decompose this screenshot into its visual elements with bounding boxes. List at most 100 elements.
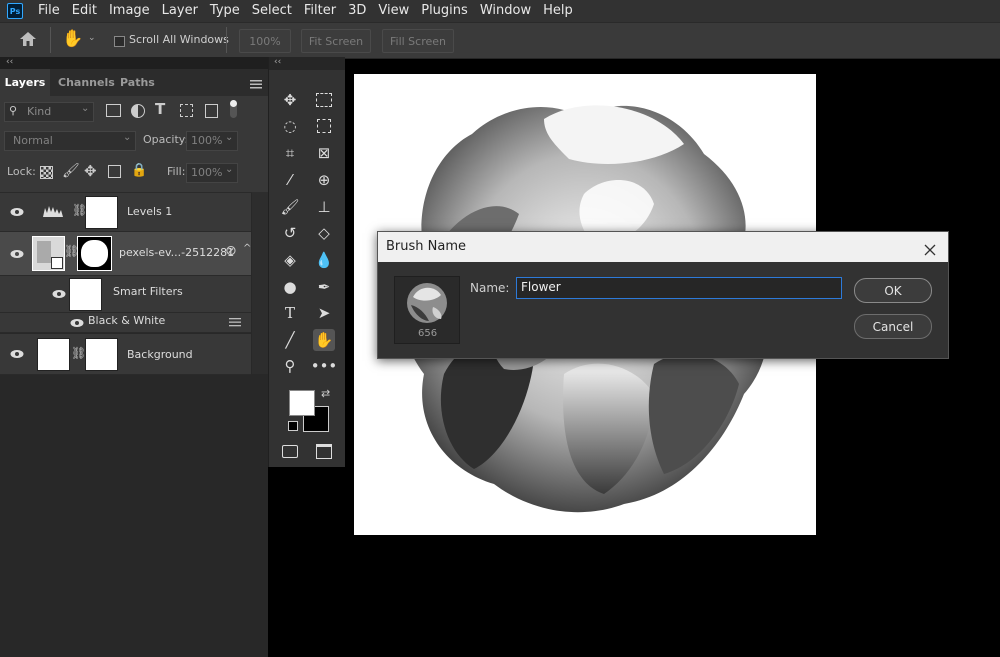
chevron-down-icon[interactable]: ⌄ bbox=[88, 33, 96, 43]
layer-mask-thumbnail[interactable] bbox=[77, 236, 112, 271]
collapse-caret-icon[interactable]: ^ bbox=[243, 243, 251, 254]
hand-tool-icon[interactable]: ✋ bbox=[313, 329, 335, 351]
menu-image[interactable]: Image bbox=[103, 0, 156, 22]
ok-button[interactable]: OK bbox=[854, 278, 932, 303]
opacity-input[interactable]: 100% ⌄ bbox=[186, 131, 238, 151]
fill-input[interactable]: 100% ⌄ bbox=[186, 163, 238, 183]
eraser-tool-icon[interactable]: ◇ bbox=[313, 222, 335, 244]
lock-artboard-icon[interactable] bbox=[108, 165, 121, 178]
adjustment-layer-filter-icon[interactable] bbox=[131, 104, 145, 118]
zoom-tool-icon[interactable]: ⚲ bbox=[279, 355, 301, 377]
layer-name[interactable]: pexels-ev...-2512281 bbox=[119, 246, 234, 259]
blend-mode-select[interactable]: Normal ⌄ bbox=[4, 131, 136, 151]
layer-mask-thumbnail[interactable] bbox=[85, 338, 118, 371]
layer-name[interactable]: Background bbox=[127, 348, 193, 361]
menu-plugins[interactable]: Plugins bbox=[415, 0, 474, 22]
hand-tool-icon[interactable]: ✋ bbox=[62, 29, 84, 51]
type-tool-icon[interactable]: T bbox=[279, 302, 301, 324]
path-selection-tool-icon[interactable]: ➤ bbox=[313, 302, 335, 324]
layer-row-background[interactable]: ⛓ Background bbox=[0, 334, 251, 375]
home-icon[interactable] bbox=[18, 30, 40, 50]
spot-healing-tool-icon[interactable]: ⊕ bbox=[313, 169, 335, 191]
screen-mode-icon[interactable] bbox=[313, 440, 335, 462]
brush-size-label: 656 bbox=[418, 328, 438, 339]
lock-position-icon[interactable]: ✥ bbox=[84, 162, 97, 180]
shape-layer-filter-icon[interactable] bbox=[180, 104, 193, 117]
menu-type[interactable]: Type bbox=[204, 0, 246, 22]
default-colors-icon[interactable] bbox=[288, 421, 298, 431]
scroll-all-windows-checkbox[interactable] bbox=[114, 36, 125, 47]
layer-thumbnail[interactable] bbox=[37, 338, 70, 371]
collapse-icon[interactable]: ‹‹ bbox=[274, 57, 281, 67]
eyedropper-tool-icon[interactable]: ⁄ bbox=[279, 169, 301, 191]
smart-filter-toggle-icon[interactable]: ⊘ bbox=[225, 243, 237, 259]
fit-screen-button[interactable]: Fit Screen bbox=[301, 29, 371, 53]
menu-file[interactable]: File bbox=[32, 0, 66, 22]
lock-image-pixels-icon[interactable]: 🖌 bbox=[62, 163, 80, 179]
collapse-icon[interactable]: ‹‹ bbox=[6, 57, 13, 67]
lock-transparent-pixels-icon[interactable] bbox=[40, 166, 53, 179]
history-brush-tool-icon[interactable]: ↺ bbox=[279, 222, 301, 244]
kind-filter-select[interactable]: ⚲ Kind ⌄ bbox=[4, 102, 94, 122]
menu-view[interactable]: View bbox=[372, 0, 415, 22]
dodge-tool-icon[interactable]: ● bbox=[279, 276, 301, 298]
link-icon[interactable]: ⛓ bbox=[71, 346, 86, 360]
chevron-down-icon: ⌄ bbox=[225, 164, 234, 175]
close-icon[interactable] bbox=[923, 239, 937, 256]
tab-layers[interactable]: Layers bbox=[0, 69, 50, 96]
filter-blending-options-icon[interactable] bbox=[229, 317, 241, 327]
toolbar-collapse-bar[interactable]: ‹‹ bbox=[269, 57, 345, 70]
frame-tool-icon[interactable]: ⊠ bbox=[313, 142, 335, 164]
menu-filter[interactable]: Filter bbox=[298, 0, 342, 22]
cancel-button[interactable]: Cancel bbox=[854, 314, 932, 339]
move-tool-icon[interactable]: ✥ bbox=[279, 89, 301, 111]
panel-menu-icon[interactable] bbox=[250, 78, 262, 89]
layer-mask-thumbnail[interactable] bbox=[85, 196, 118, 229]
layer-row-levels[interactable]: ⛓ Levels 1 bbox=[0, 193, 251, 232]
visibility-eye-icon[interactable] bbox=[10, 249, 24, 259]
foreground-color-swatch[interactable] bbox=[289, 390, 315, 416]
visibility-eye-icon[interactable] bbox=[10, 349, 24, 359]
visibility-eye-icon[interactable] bbox=[10, 207, 24, 217]
smart-object-thumbnail[interactable] bbox=[32, 236, 65, 271]
layer-name[interactable]: Levels 1 bbox=[127, 205, 172, 218]
type-layer-filter-icon[interactable]: T bbox=[155, 100, 165, 118]
tab-channels[interactable]: Channels bbox=[58, 69, 115, 96]
filter-toggle[interactable] bbox=[230, 100, 237, 118]
layers-scrollbar[interactable] bbox=[252, 192, 268, 374]
smart-filter-mask-thumbnail[interactable] bbox=[69, 278, 102, 311]
pixel-layer-filter-icon[interactable] bbox=[106, 104, 121, 117]
panel-collapse-bar[interactable]: ‹‹ bbox=[0, 57, 268, 69]
filter-row-black-white[interactable]: Black & White bbox=[0, 313, 251, 333]
panel-tabs: Layers Channels Paths bbox=[0, 69, 268, 96]
line-tool-icon[interactable]: ╱ bbox=[279, 329, 301, 351]
blur-tool-icon[interactable]: 💧 bbox=[313, 249, 335, 271]
visibility-eye-icon[interactable] bbox=[52, 289, 66, 299]
menu-window[interactable]: Window bbox=[474, 0, 537, 22]
layer-row-smart-object[interactable]: ⛓ pexels-ev...-2512281 ⊘ ^ bbox=[0, 232, 251, 276]
more-tools-icon[interactable]: ••• bbox=[311, 355, 338, 377]
menu-help[interactable]: Help bbox=[537, 0, 579, 22]
menu-edit[interactable]: Edit bbox=[66, 0, 103, 22]
brush-name-input[interactable]: Flower bbox=[516, 277, 842, 299]
visibility-eye-icon[interactable] bbox=[70, 318, 84, 328]
fill-screen-button[interactable]: Fill Screen bbox=[382, 29, 454, 53]
brush-tool-icon[interactable]: 🖌 bbox=[279, 196, 301, 218]
menu-layer[interactable]: Layer bbox=[156, 0, 204, 22]
paint-bucket-tool-icon[interactable]: ◈ bbox=[279, 249, 301, 271]
crop-tool-icon[interactable]: ⌗ bbox=[279, 142, 301, 164]
smart-object-filter-icon[interactable] bbox=[205, 104, 218, 118]
object-selection-tool-icon[interactable] bbox=[313, 115, 335, 137]
swap-colors-icon[interactable]: ⇄ bbox=[321, 387, 330, 400]
clone-stamp-tool-icon[interactable]: ⊥ bbox=[313, 196, 335, 218]
zoom-100-button[interactable]: 100% bbox=[239, 29, 291, 53]
marquee-tool-icon[interactable] bbox=[313, 89, 335, 111]
smart-filters-row[interactable]: Smart Filters bbox=[0, 276, 251, 313]
tab-paths[interactable]: Paths bbox=[120, 69, 160, 96]
lock-all-icon[interactable]: 🔒 bbox=[131, 163, 147, 178]
quick-mask-icon[interactable] bbox=[279, 440, 301, 462]
lasso-tool-icon[interactable]: ◌ bbox=[279, 115, 301, 137]
menu-3d[interactable]: 3D bbox=[342, 0, 372, 22]
menu-select[interactable]: Select bbox=[246, 0, 298, 22]
pen-tool-icon[interactable]: ✒ bbox=[313, 276, 335, 298]
